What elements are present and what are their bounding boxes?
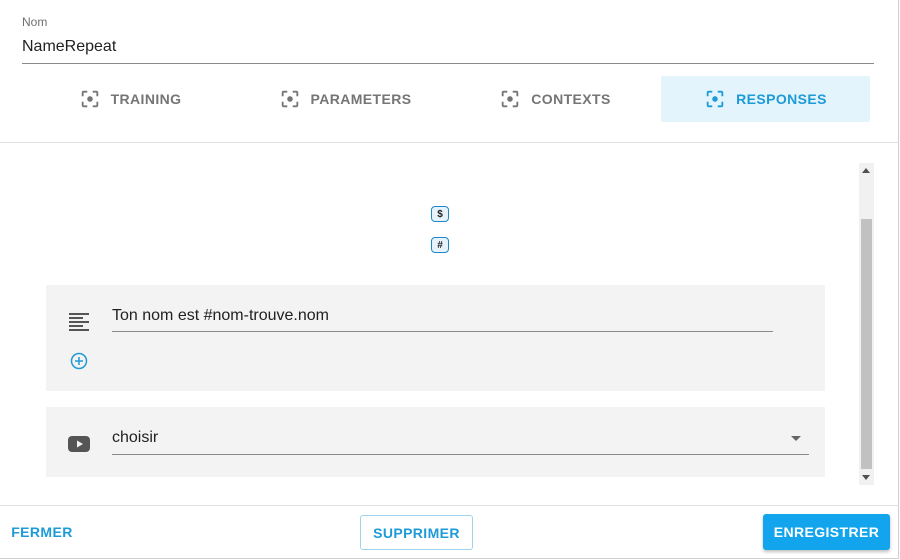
chevron-down-icon[interactable]: [791, 436, 801, 441]
hash-badge-button[interactable]: #: [431, 237, 449, 253]
video-select-underline: [112, 454, 809, 455]
delete-button[interactable]: SUPPRIMER: [360, 515, 473, 550]
dollar-badge-button[interactable]: $: [431, 206, 449, 222]
center-focus-icon: [502, 90, 519, 108]
name-field-underline: [22, 63, 874, 64]
header-divider: [0, 142, 899, 143]
name-field-label: Nom: [22, 15, 48, 29]
tab-contexts-label: CONTEXTS: [531, 91, 611, 107]
footer-divider: [0, 505, 899, 506]
name-field-value[interactable]: NameRepeat: [22, 38, 116, 56]
tab-parameters[interactable]: PARAMETERS: [250, 76, 440, 122]
save-button[interactable]: ENREGISTRER: [763, 514, 890, 550]
tab-training[interactable]: TRAINING: [40, 76, 220, 122]
scroll-down-arrow-icon[interactable]: [862, 475, 870, 480]
close-button[interactable]: FERMER: [4, 514, 80, 550]
tab-responses-label: RESPONSES: [736, 91, 827, 107]
tab-parameters-label: PARAMETERS: [310, 91, 412, 107]
tab-training-label: TRAINING: [110, 91, 182, 107]
center-focus-icon: [281, 90, 298, 108]
video-icon: [68, 436, 90, 452]
tab-responses[interactable]: RESPONSES: [661, 76, 870, 122]
text-response-underline: [112, 331, 773, 332]
tab-contexts[interactable]: CONTEXTS: [460, 76, 650, 122]
add-circle-icon[interactable]: [70, 352, 88, 370]
video-select-value: choisir: [112, 429, 159, 446]
text-response-input[interactable]: Ton nom est #nom-trouve.nom: [112, 307, 329, 325]
scrollbar[interactable]: [859, 163, 874, 485]
text-response-card: Ton nom est #nom-trouve.nom: [46, 285, 825, 391]
center-focus-icon: [81, 90, 98, 108]
text-lines-icon: [69, 313, 89, 331]
scroll-up-arrow-icon[interactable]: [862, 168, 870, 173]
intent-dialog: Nom NameRepeat TRAINING PARAMETERS CONTE…: [0, 0, 899, 559]
scrollbar-thumb[interactable]: [861, 219, 872, 469]
video-select[interactable]: [112, 421, 809, 455]
video-response-card: choisir: [46, 407, 825, 477]
center-focus-icon: [706, 90, 724, 108]
